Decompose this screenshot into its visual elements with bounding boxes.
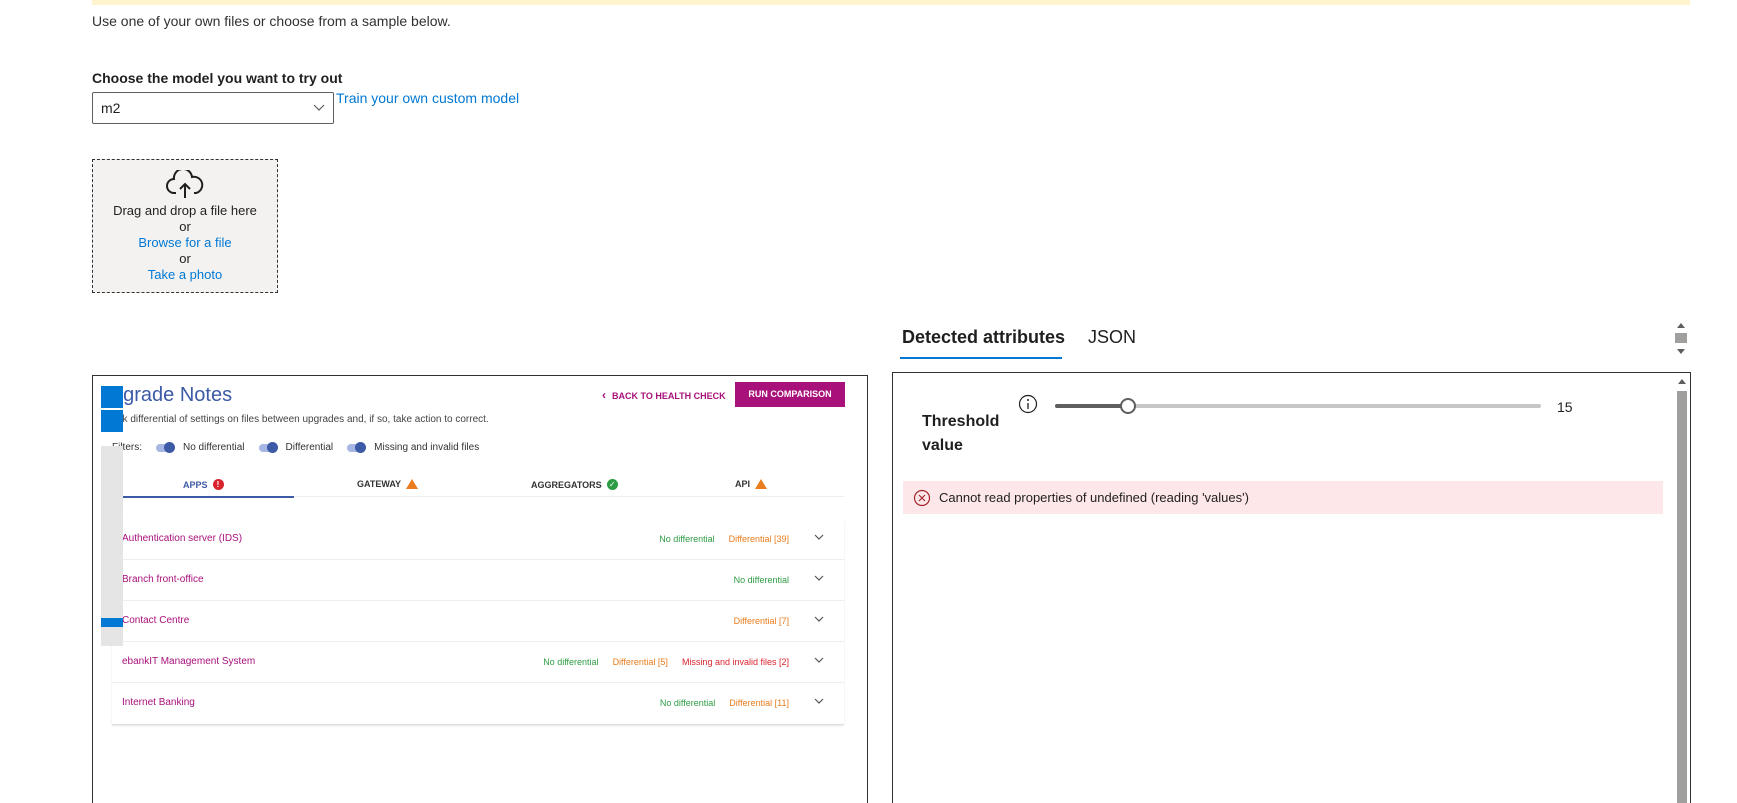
preview-filter-label: Differential <box>285 442 334 453</box>
chevron-down-icon <box>814 657 824 663</box>
preview-status-tag: No differential <box>733 575 789 585</box>
preview-app-row: Internet Banking No differential Different… <box>112 683 844 724</box>
preview-tab-label: GATEWAY <box>357 479 402 489</box>
error-badge-icon: ! <box>212 479 224 490</box>
scroll-up-button[interactable] <box>101 386 123 408</box>
preview-tab-api: API <box>735 479 768 489</box>
tab-detected-attributes[interactable]: Detected attributes <box>902 327 1065 348</box>
chevron-down-icon <box>313 104 325 111</box>
browse-file-link[interactable]: Browse for a file <box>93 235 277 251</box>
toggle-icon <box>347 441 367 453</box>
preview-tab-underline <box>112 496 294 498</box>
warning-icon <box>406 479 419 489</box>
dropzone-or-text: or <box>179 251 191 266</box>
preview-status-tag: Differential [5] <box>612 657 668 667</box>
info-icon[interactable] <box>1018 394 1038 414</box>
preview-app-tags: No differential Differential [11] <box>660 698 789 708</box>
take-photo-link[interactable]: Take a photo <box>93 267 277 283</box>
preview-doc-title: pgrade Notes <box>112 384 233 406</box>
chevron-down-icon <box>814 575 824 581</box>
slider-thumb[interactable] <box>1120 398 1136 414</box>
preview-app-name: Contact Centre <box>122 615 190 626</box>
preview-app-tags: No differential Differential [39] <box>659 534 789 544</box>
preview-status-tag: Missing and invalid files [2] <box>681 657 789 667</box>
preview-app-name: ebankIT Management System <box>122 656 256 667</box>
preview-status-tag: No differential <box>659 534 715 544</box>
preview-app-row: Contact Centre Differential [7] <box>112 601 844 642</box>
chevron-down-icon <box>814 698 824 704</box>
preview-status-tag: No differential <box>659 698 716 708</box>
tabs-scrollbar[interactable] <box>1673 319 1689 359</box>
threshold-value: 15 <box>1557 399 1573 415</box>
train-custom-model-link[interactable]: Train your own custom model <box>336 90 519 106</box>
toggle-icon <box>258 441 278 453</box>
preview-app-row: Authentication server (IDS) No differenti… <box>112 519 844 560</box>
preview-app-row: ebankIT Management System No differential… <box>112 642 844 683</box>
error-message-text: Cannot read properties of undefined (rea… <box>939 490 1249 505</box>
model-select-label: Choose the model you want to try out <box>92 70 343 86</box>
chevron-left-icon: ‹ <box>602 388 606 402</box>
cloud-upload-icon <box>166 170 204 198</box>
toggle-icon <box>156 441 175 453</box>
tab-json[interactable]: JSON <box>1088 327 1136 348</box>
intro-text: Use one of your own files or choose from… <box>92 13 451 29</box>
active-tab-indicator <box>900 357 1062 359</box>
preview-filter-label: No differential <box>183 442 245 453</box>
model-select[interactable]: m2 <box>92 92 334 124</box>
chevron-down-icon <box>814 534 824 540</box>
preview-tab-aggregators: AGGREGATORS ✓ <box>531 479 618 490</box>
warning-icon <box>755 479 768 489</box>
preview-run-comparison-button: RUN COMPARISON <box>735 382 845 407</box>
error-circle-icon <box>913 489 931 507</box>
document-preview: pgrade Notes eck differential of setting… <box>92 375 868 803</box>
scroll-up-arrow-icon[interactable] <box>1678 379 1686 384</box>
preview-status-tag: Differential [7] <box>733 616 789 626</box>
preview-app-list: Authentication server (IDS) No differenti… <box>112 519 844 725</box>
check-badge-icon: ✓ <box>606 479 618 490</box>
preview-tab-label: API <box>735 479 751 489</box>
preview-scrollbar-thumb[interactable] <box>101 618 123 627</box>
preview-status-tag: Differential [39] <box>728 534 789 544</box>
preview-back-link: ‹ BACK TO HEALTH CHECK <box>602 388 726 402</box>
preview-status-tag: Differential [11] <box>729 698 789 708</box>
preview-app-name: Internet Banking <box>122 697 195 708</box>
model-select-value: m2 <box>101 100 121 116</box>
preview-app-name: Branch front-office <box>122 574 204 585</box>
preview-status-tag: No differential <box>543 657 599 667</box>
threshold-label: Threshold value <box>922 413 1000 454</box>
file-dropzone[interactable]: Drag and drop a file here or Browse for … <box>92 159 278 293</box>
results-scrollbar-thumb[interactable] <box>1677 391 1687 803</box>
preview-app-name: Authentication server (IDS) <box>122 533 243 544</box>
error-message-bar: Cannot read properties of undefined (rea… <box>903 481 1663 514</box>
scroll-up-arrow-icon[interactable] <box>1677 323 1685 328</box>
scroll-down-button[interactable] <box>101 410 123 432</box>
tabs-scrollbar-thumb[interactable] <box>1675 333 1687 343</box>
chevron-down-icon <box>814 616 824 622</box>
preview-back-link-label: BACK TO HEALTH CHECK <box>612 391 726 401</box>
preview-app-tags: Differential [7] <box>734 616 789 626</box>
preview-app-tags: No differential Differential [5] Missing a… <box>543 657 789 667</box>
preview-tab-label: AGGREGATORS <box>531 479 602 490</box>
preview-tab-gateway: GATEWAY <box>357 479 419 489</box>
dropzone-or-text: or <box>179 219 191 234</box>
preview-filters: Filters: No differential Differential Mi… <box>112 441 480 453</box>
preview-tab-label: APPS <box>183 479 208 490</box>
preview-app-tags: No differential <box>734 575 789 585</box>
preview-scrollbar[interactable] <box>101 446 123 646</box>
preview-filter-label: Missing and invalid files <box>374 442 480 453</box>
results-scrollbar[interactable] <box>1674 373 1690 803</box>
threshold-slider[interactable] <box>1055 398 1541 414</box>
warning-banner-strip <box>92 0 1690 5</box>
preview-app-row: Branch front-office No differential <box>112 560 844 601</box>
dropzone-drag-text: Drag and drop a file here <box>113 203 257 218</box>
preview-tabs: APPS! GATEWAY AGGREGATORS ✓ API <box>112 479 844 498</box>
slider-fill <box>1055 404 1128 408</box>
scroll-down-arrow-icon[interactable] <box>1677 349 1685 354</box>
preview-document-image: pgrade Notes eck differential of setting… <box>112 376 852 803</box>
results-panel: Threshold value 15 Cannot read propertie… <box>892 372 1691 803</box>
preview-tab-apps: APPS! <box>183 479 224 490</box>
preview-doc-subtitle: eck differential of settings on files be… <box>112 414 489 425</box>
